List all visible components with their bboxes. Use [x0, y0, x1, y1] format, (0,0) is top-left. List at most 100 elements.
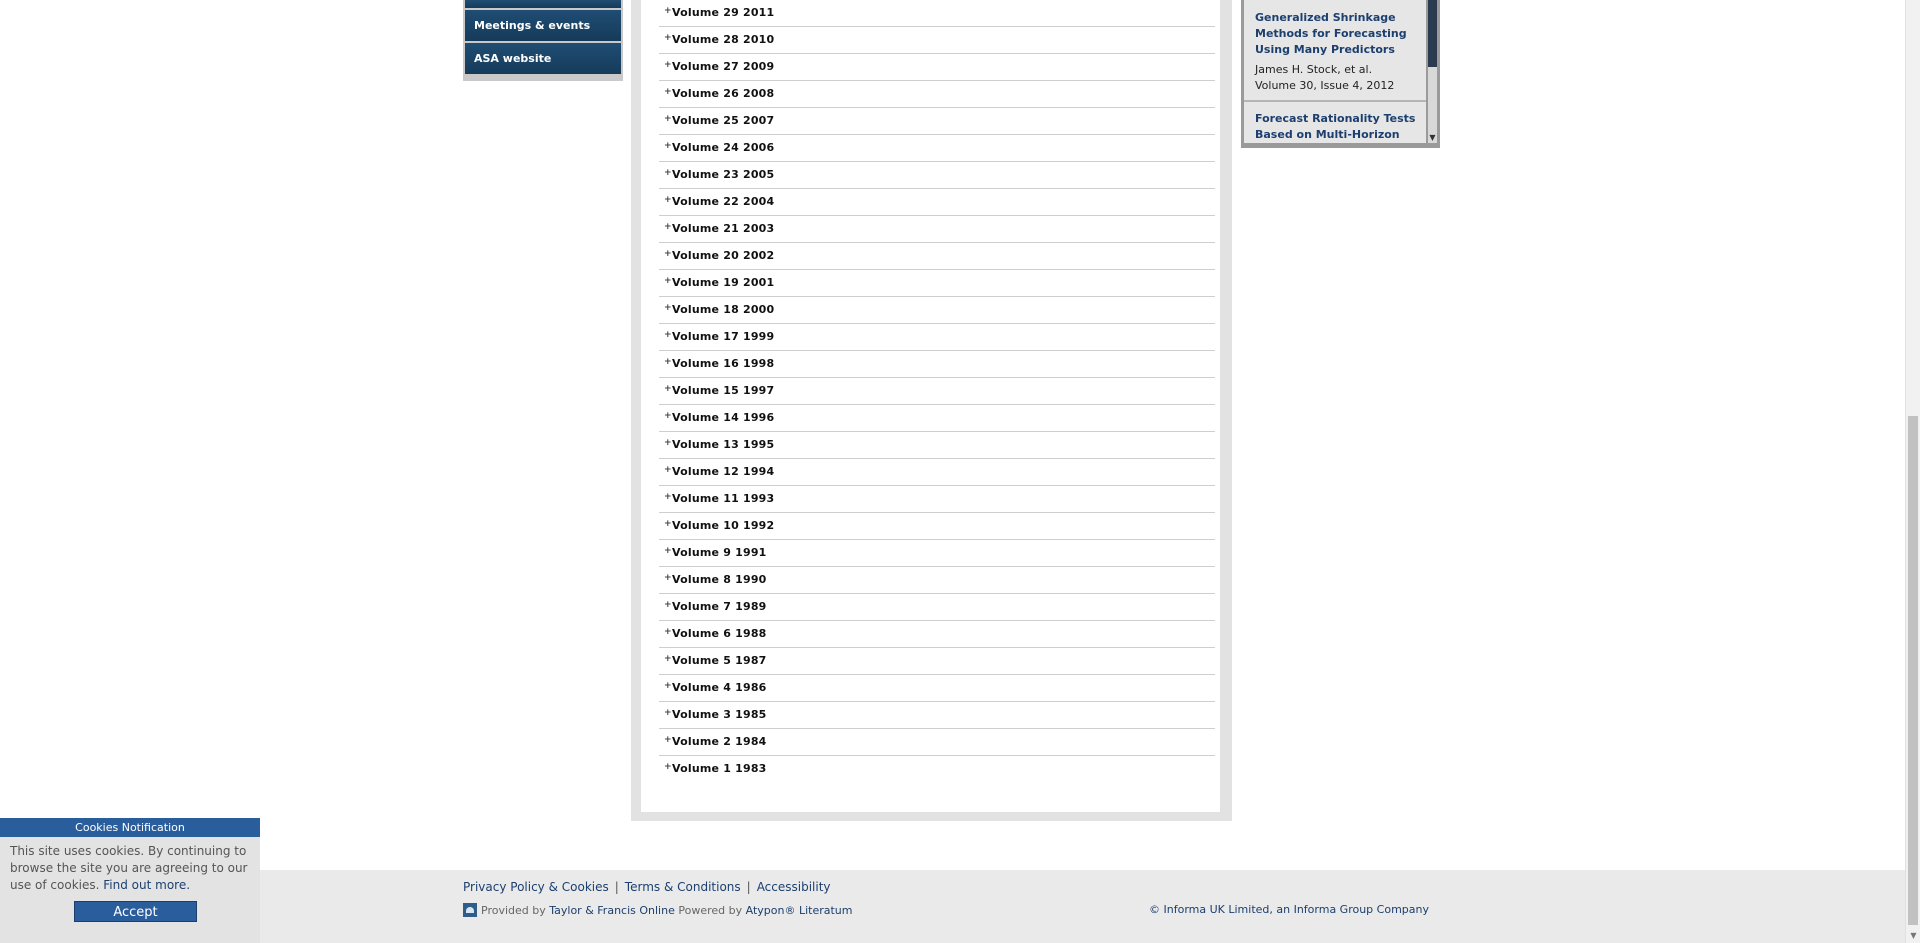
- volume-label[interactable]: Volume 14 1996: [672, 411, 774, 424]
- volume-label[interactable]: Volume 11 1993: [672, 492, 774, 505]
- volume-row[interactable]: + Volume 12 1994: [659, 459, 1215, 486]
- volume-label[interactable]: Volume 5 1987: [672, 654, 767, 667]
- expand-plus-icon[interactable]: +: [664, 330, 672, 340]
- expand-plus-icon[interactable]: +: [664, 384, 672, 394]
- volume-row[interactable]: + Volume 18 2000: [659, 297, 1215, 324]
- volume-label[interactable]: Volume 15 1997: [672, 384, 774, 397]
- expand-plus-icon[interactable]: +: [664, 600, 672, 610]
- accessibility-link[interactable]: Accessibility: [757, 880, 831, 894]
- volume-label[interactable]: Volume 24 2006: [672, 141, 774, 154]
- volume-row[interactable]: + Volume 14 1996: [659, 405, 1215, 432]
- chevron-down-icon[interactable]: ▼: [1428, 133, 1437, 143]
- expand-plus-icon[interactable]: +: [664, 492, 672, 502]
- expand-plus-icon[interactable]: +: [664, 6, 672, 16]
- volume-row[interactable]: + Volume 24 2006: [659, 135, 1215, 162]
- widget-scrollbar[interactable]: ▼: [1428, 0, 1437, 143]
- expand-plus-icon[interactable]: +: [664, 735, 672, 745]
- expand-plus-icon[interactable]: +: [664, 654, 672, 664]
- sidebar-item-meetings-events[interactable]: Meetings & events: [465, 10, 621, 43]
- volume-row[interactable]: + Volume 20 2002: [659, 243, 1215, 270]
- volume-row[interactable]: + Volume 13 1995: [659, 432, 1215, 459]
- volume-row[interactable]: + Volume 8 1990: [659, 567, 1215, 594]
- volume-label[interactable]: Volume 28 2010: [672, 33, 774, 46]
- volume-label[interactable]: Volume 23 2005: [672, 168, 774, 181]
- volume-row[interactable]: + Volume 1 1983: [659, 756, 1215, 783]
- volume-row[interactable]: + Volume 22 2004: [659, 189, 1215, 216]
- volume-label[interactable]: Volume 13 1995: [672, 438, 774, 451]
- expand-plus-icon[interactable]: +: [664, 33, 672, 43]
- volume-label[interactable]: Volume 12 1994: [672, 465, 774, 478]
- expand-plus-icon[interactable]: +: [664, 249, 672, 259]
- privacy-policy-link[interactable]: Privacy Policy & Cookies: [463, 880, 609, 894]
- volume-label[interactable]: Volume 16 1998: [672, 357, 774, 370]
- expand-plus-icon[interactable]: +: [664, 519, 672, 529]
- expand-plus-icon[interactable]: +: [664, 276, 672, 286]
- volume-label[interactable]: Volume 4 1986: [672, 681, 767, 694]
- atypon-link[interactable]: Atypon® Literatum: [746, 904, 853, 917]
- volume-row[interactable]: + Volume 29 2011: [659, 0, 1215, 27]
- article-title-link[interactable]: Forecast Rationality Tests Based on Mult…: [1255, 111, 1420, 143]
- article-title-link[interactable]: Generalized Shrinkage Methods for Foreca…: [1255, 10, 1420, 58]
- expand-plus-icon[interactable]: +: [664, 681, 672, 691]
- volume-label[interactable]: Volume 2 1984: [672, 735, 767, 748]
- accept-button[interactable]: Accept: [74, 901, 197, 922]
- expand-plus-icon[interactable]: +: [664, 546, 672, 556]
- expand-plus-icon[interactable]: +: [664, 573, 672, 583]
- expand-plus-icon[interactable]: +: [664, 438, 672, 448]
- widget-scrollbar-thumb[interactable]: [1428, 0, 1437, 67]
- expand-plus-icon[interactable]: +: [664, 411, 672, 421]
- volume-label[interactable]: Volume 8 1990: [672, 573, 767, 586]
- volume-label[interactable]: Volume 20 2002: [672, 249, 774, 262]
- terms-link[interactable]: Terms & Conditions: [625, 880, 741, 894]
- sidebar-item-asa-website[interactable]: ASA website: [465, 43, 621, 76]
- expand-plus-icon[interactable]: +: [664, 168, 672, 178]
- expand-plus-icon[interactable]: +: [664, 195, 672, 205]
- expand-plus-icon[interactable]: +: [664, 303, 672, 313]
- volume-row[interactable]: + Volume 25 2007: [659, 108, 1215, 135]
- volume-row[interactable]: + Volume 10 1992: [659, 513, 1215, 540]
- volume-label[interactable]: Volume 21 2003: [672, 222, 774, 235]
- volume-label[interactable]: Volume 17 1999: [672, 330, 774, 343]
- volume-row[interactable]: + Volume 3 1985: [659, 702, 1215, 729]
- volume-label[interactable]: Volume 26 2008: [672, 87, 774, 100]
- expand-plus-icon[interactable]: +: [664, 87, 672, 97]
- expand-plus-icon[interactable]: +: [664, 60, 672, 70]
- expand-plus-icon[interactable]: +: [664, 357, 672, 367]
- volume-row[interactable]: + Volume 9 1991: [659, 540, 1215, 567]
- volume-label[interactable]: Volume 6 1988: [672, 627, 767, 640]
- volume-row[interactable]: + Volume 26 2008: [659, 81, 1215, 108]
- volume-label[interactable]: Volume 3 1985: [672, 708, 767, 721]
- volume-row[interactable]: + Volume 6 1988: [659, 621, 1215, 648]
- expand-plus-icon[interactable]: +: [664, 114, 672, 124]
- expand-plus-icon[interactable]: +: [664, 708, 672, 718]
- volume-row[interactable]: + Volume 17 1999: [659, 324, 1215, 351]
- page-scrollbar-thumb[interactable]: [1908, 416, 1918, 925]
- volume-label[interactable]: Volume 27 2009: [672, 60, 774, 73]
- volume-row[interactable]: + Volume 7 1989: [659, 594, 1215, 621]
- volume-row[interactable]: + Volume 11 1993: [659, 486, 1215, 513]
- sidebar-item-partial[interactable]: [465, 0, 621, 10]
- volume-row[interactable]: + Volume 5 1987: [659, 648, 1215, 675]
- volume-row[interactable]: + Volume 4 1986: [659, 675, 1215, 702]
- volume-label[interactable]: Volume 10 1992: [672, 519, 774, 532]
- expand-plus-icon[interactable]: +: [664, 465, 672, 475]
- expand-plus-icon[interactable]: +: [664, 141, 672, 151]
- expand-plus-icon[interactable]: +: [664, 627, 672, 637]
- volume-row[interactable]: + Volume 21 2003: [659, 216, 1215, 243]
- volume-label[interactable]: Volume 29 2011: [672, 6, 774, 19]
- volume-row[interactable]: + Volume 16 1998: [659, 351, 1215, 378]
- volume-label[interactable]: Volume 22 2004: [672, 195, 774, 208]
- volume-row[interactable]: + Volume 27 2009: [659, 54, 1215, 81]
- find-out-more-link[interactable]: Find out more.: [103, 878, 190, 892]
- volume-row[interactable]: + Volume 23 2005: [659, 162, 1215, 189]
- volume-row[interactable]: + Volume 15 1997: [659, 378, 1215, 405]
- volume-label[interactable]: Volume 1 1983: [672, 762, 767, 775]
- volume-row[interactable]: + Volume 19 2001: [659, 270, 1215, 297]
- volume-label[interactable]: Volume 18 2000: [672, 303, 774, 316]
- volume-row[interactable]: + Volume 28 2010: [659, 27, 1215, 54]
- volume-label[interactable]: Volume 9 1991: [672, 546, 767, 559]
- provider-link[interactable]: Taylor & Francis Online: [549, 904, 675, 917]
- expand-plus-icon[interactable]: +: [664, 222, 672, 232]
- page-scrollbar[interactable]: ▼: [1905, 0, 1920, 943]
- volume-label[interactable]: Volume 7 1989: [672, 600, 767, 613]
